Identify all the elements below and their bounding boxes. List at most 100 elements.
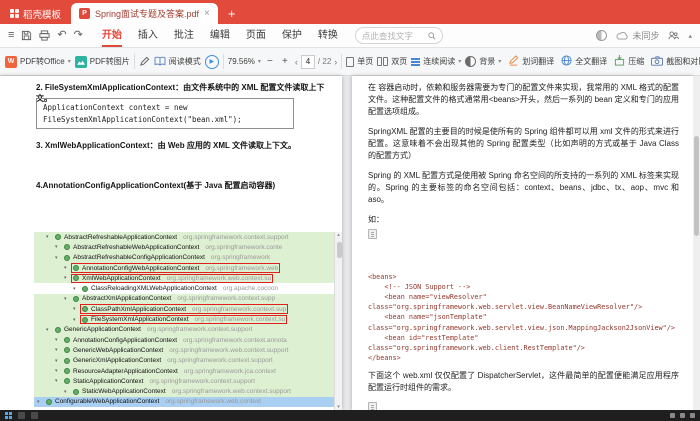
expand-arrow-icon[interactable]: ▾ <box>64 389 71 395</box>
expand-arrow-icon[interactable]: ▾ <box>46 234 53 240</box>
scrollbar-thumb[interactable] <box>694 136 699 236</box>
find-text-box[interactable] <box>354 27 443 44</box>
read-mode-button[interactable]: 阅读模式 <box>154 56 201 68</box>
tree-row[interactable]: ▾ GenericApplicationContext org.springfr… <box>34 324 340 335</box>
expand-arrow-icon[interactable]: ▾ <box>73 306 80 312</box>
expand-arrow-icon[interactable]: ▾ <box>55 244 62 250</box>
home-templates-tab[interactable]: 稻壳模板 <box>0 3 71 24</box>
package-name: org.springframework <box>210 254 271 262</box>
tray-icon[interactable] <box>680 413 685 418</box>
hamburger-menu-icon[interactable]: ≡ <box>8 30 14 41</box>
zoom-caret-icon[interactable]: ▾ <box>258 58 261 65</box>
continuous-read-button[interactable]: 连续阅读 ▾ <box>411 56 461 67</box>
start-button-icon[interactable] <box>5 412 12 419</box>
tree-row[interactable]: ▾ ResourceAdapterApplicationContext org.… <box>34 365 340 377</box>
tray-icon[interactable] <box>670 413 675 418</box>
scroll-up-icon[interactable]: ▴ <box>337 232 340 238</box>
taskbar-app-icon[interactable] <box>31 412 38 419</box>
tree-row[interactable]: ▾ GenericWebApplicationContext org.sprin… <box>34 345 340 356</box>
save-icon[interactable] <box>21 30 32 41</box>
next-page-icon[interactable]: › <box>334 57 337 67</box>
tree-row[interactable]: ▾ AbstractRefreshableConfigApplicationCo… <box>34 252 340 263</box>
expand-arrow-icon[interactable]: ▾ <box>55 337 62 343</box>
tree-scrollbar-thumb[interactable] <box>336 242 342 258</box>
package-name: org.springframework.context.sup <box>192 305 287 313</box>
screenshot-compare-label: 截图和对比 <box>666 57 700 66</box>
code-annotation-icon[interactable] <box>368 402 377 410</box>
redo-icon[interactable]: ↷ <box>74 30 83 41</box>
tree-row[interactable]: ▾ FileSystemXmlApplicationContext org.sp… <box>34 314 340 325</box>
code-annotation-icon[interactable] <box>368 229 377 239</box>
ribbon-tab[interactable]: 转换 <box>310 24 346 47</box>
single-page-button[interactable]: 单页 <box>346 56 373 67</box>
expand-arrow-icon[interactable]: ▾ <box>55 368 62 374</box>
expand-arrow-icon[interactable]: ▾ <box>55 347 62 353</box>
expand-arrow-icon[interactable]: ▾ <box>46 327 53 333</box>
collapse-ribbon-icon[interactable]: ▴ <box>688 32 692 40</box>
system-tray <box>670 413 695 418</box>
ribbon-tab[interactable]: 编辑 <box>202 24 238 47</box>
new-tab-button[interactable]: + <box>228 3 236 24</box>
undo-icon[interactable]: ↶ <box>57 30 66 41</box>
screenshot-compare-button[interactable]: 截图和对比 <box>651 55 700 68</box>
tree-row[interactable]: ▾ StaticApplicationContext org.springfra… <box>34 376 340 387</box>
document-tab[interactable]: P Spring面试专题及答案.pdf × <box>71 3 218 24</box>
expand-arrow-icon[interactable]: ▾ <box>64 265 71 271</box>
tree-row[interactable]: ▾ ClassPathXmlApplicationContext org.spr… <box>34 304 340 315</box>
ribbon-tab[interactable]: 批注 <box>166 24 202 47</box>
tree-row[interactable]: ▾ StaticWebApplicationContext org.spring… <box>34 386 340 397</box>
class-name: GenericWebApplicationContext <box>73 346 164 354</box>
class-name: ConfigurableWebApplicationContext <box>55 398 160 406</box>
tree-row[interactable]: ▾ XmlWebApplicationContext org.springfra… <box>34 273 340 284</box>
autoplay-icon[interactable]: ▶ <box>204 54 219 69</box>
tree-row[interactable]: ▾ AbstractRefreshableWebApplicationConte… <box>34 242 340 253</box>
full-translate-button[interactable]: 全文翻译 <box>561 55 607 68</box>
expand-arrow-icon[interactable]: ▾ <box>55 255 62 261</box>
word-translate-button[interactable]: 划词翻译 <box>508 55 554 68</box>
zoom-value[interactable]: 79.56% <box>228 57 255 66</box>
background-button[interactable]: 背景 ▾ <box>465 56 501 67</box>
tray-icon[interactable] <box>690 413 695 418</box>
current-page-input[interactable]: 4 <box>300 54 315 69</box>
expand-arrow-icon[interactable]: ▾ <box>73 286 80 292</box>
print-icon[interactable] <box>39 30 50 41</box>
close-tab-icon[interactable]: × <box>204 8 210 19</box>
expand-arrow-icon[interactable]: ▾ <box>64 275 71 281</box>
tree-row[interactable]: ▾ GenericXmlApplicationContext org.sprin… <box>34 355 340 366</box>
taskbar-app-icon[interactable] <box>18 412 25 419</box>
tree-scrollbar[interactable]: ▴ ▾ <box>334 232 342 410</box>
class-icon <box>64 347 70 354</box>
theme-toggle-icon[interactable] <box>596 30 608 41</box>
tree-row[interactable]: ▾ AbstractXmlApplicationContext org.spri… <box>34 293 340 305</box>
tree-row[interactable]: ▾ AbstractRefreshableApplicationContext … <box>34 232 340 243</box>
expand-arrow-icon[interactable]: ▾ <box>37 399 44 405</box>
edit-pen-icon[interactable] <box>139 56 150 67</box>
tree-row[interactable]: ▾ AnnotationConfigApplicationContext org… <box>34 334 340 346</box>
tree-row[interactable]: ▾ AnnotationConfigWebApplicationContext … <box>34 262 340 274</box>
class-icon <box>73 388 79 395</box>
tree-row[interactable]: ▾ ConfigurableWebApplicationContext org.… <box>34 396 340 408</box>
expand-arrow-icon[interactable]: ▾ <box>73 317 80 323</box>
expand-arrow-icon[interactable]: ▾ <box>64 296 71 302</box>
pdf-to-office-button[interactable]: W PDF转Office ▾ <box>5 55 71 68</box>
previous-page-icon[interactable]: ‹ <box>295 57 298 67</box>
ribbon-tab[interactable]: 保护 <box>274 24 310 47</box>
document-scrollbar[interactable] <box>693 76 700 410</box>
compress-button[interactable]: 压缩 <box>614 55 644 68</box>
find-text-input[interactable] <box>361 30 424 41</box>
ribbon-tab[interactable]: 插入 <box>130 24 166 47</box>
expand-arrow-icon[interactable]: ▾ <box>55 378 62 384</box>
zoom-in-button[interactable]: + <box>279 56 291 68</box>
sync-status[interactable]: 未同步 <box>616 29 659 42</box>
expand-arrow-icon[interactable]: ▾ <box>55 358 62 364</box>
double-page-button[interactable]: 双页 <box>377 56 407 67</box>
zoom-out-button[interactable]: − <box>264 56 276 68</box>
pdf-to-image-button[interactable]: PDF转图片 <box>74 55 130 68</box>
collaboration-icon[interactable] <box>668 31 680 40</box>
tree-row[interactable]: ▾ ClassReloadingXMLWebApplicationContext… <box>34 283 340 293</box>
pdf-page-left: 2. FileSystemXmlApplicationContext：由文件系统… <box>0 76 342 410</box>
search-icon[interactable] <box>428 31 436 40</box>
tree-row-content: GenericWebApplicationContext org.springf… <box>62 346 290 356</box>
ribbon-tab[interactable]: 页面 <box>238 24 274 47</box>
ribbon-tab[interactable]: 开始 <box>94 24 130 47</box>
